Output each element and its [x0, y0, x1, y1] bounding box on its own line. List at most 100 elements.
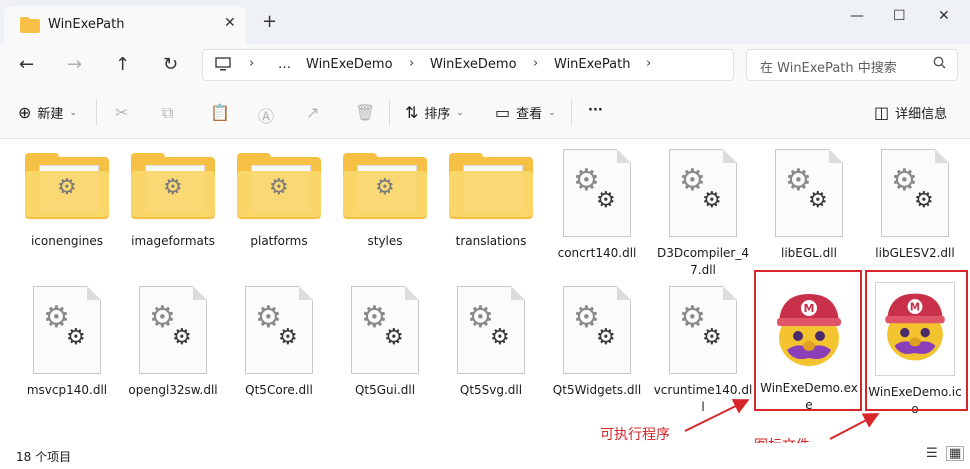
dll-file-icon: ⚙ ⚙: [457, 286, 525, 374]
file-name: Qt5Widgets.dll: [552, 383, 642, 397]
dll-file-item[interactable]: ⚙ ⚙ D3Dcompiler_47.dll: [651, 139, 755, 279]
minimize-button[interactable]: —: [850, 8, 864, 24]
computer-icon[interactable]: [215, 57, 231, 75]
tab-winexepath[interactable]: WinExePath ✕: [4, 6, 246, 44]
close-tab-icon[interactable]: ✕: [224, 15, 236, 31]
new-tab-button[interactable]: +: [262, 13, 277, 31]
status-bar: 18 个项目 ☰ ▦: [0, 443, 970, 469]
dll-file-icon: ⚙ ⚙: [669, 286, 737, 374]
exe-annotation: 可执行程序: [600, 427, 670, 443]
plus-circle-icon: ⊕: [18, 103, 32, 122]
file-name: iconengines: [30, 234, 104, 248]
view-label: 查看: [516, 107, 543, 122]
details-label: 详细信息: [895, 107, 948, 122]
search-placeholder: 在 WinExePath 中搜索: [760, 61, 897, 76]
file-name: vcruntime140.dll: [653, 383, 753, 414]
file-name: Qt5Svg.dll: [459, 383, 523, 397]
title-bar: WinExePath ✕ + — ☐ ✕: [0, 0, 970, 44]
dll-file-item[interactable]: ⚙ ⚙ Qt5Widgets.dll: [545, 276, 649, 399]
chevron-down-icon: ⌄: [69, 107, 77, 118]
folder-icon: ⚙: [131, 153, 215, 225]
dll-file-icon: ⚙ ⚙: [245, 286, 313, 374]
ico-highlight-box: [865, 270, 968, 411]
sort-button[interactable]: ⇅ 排序 ⌄: [405, 103, 464, 122]
large-icons-view-icon[interactable]: ▦: [946, 446, 965, 461]
file-grid: ⚙ iconengines ⚙ imageformats ⚙ platforms…: [0, 139, 970, 454]
cut-icon[interactable]: ✂: [115, 103, 128, 122]
dll-file-item[interactable]: ⚙ ⚙ Qt5Core.dll: [227, 276, 331, 399]
dll-file-icon: ⚙ ⚙: [881, 149, 949, 237]
delete-icon[interactable]: 🗑: [355, 103, 375, 122]
breadcrumb-winexepath[interactable]: WinExePath: [554, 57, 630, 72]
file-name: Qt5Gui.dll: [354, 383, 416, 397]
file-name: concrt140.dll: [557, 246, 637, 260]
file-name: D3Dcompiler_47.dll: [657, 246, 749, 277]
dll-file-icon: ⚙ ⚙: [139, 286, 207, 374]
breadcrumb-winexedemo-1[interactable]: WinExeDemo: [306, 57, 393, 72]
dll-file-item[interactable]: ⚙ ⚙ libEGL.dll: [757, 139, 861, 262]
refresh-icon[interactable]: ↻: [163, 54, 178, 75]
dll-file-icon: ⚙ ⚙: [563, 149, 631, 237]
search-icon[interactable]: [933, 56, 946, 73]
forward-arrow-icon[interactable]: →: [67, 54, 82, 75]
file-name: platforms: [250, 234, 308, 248]
breadcrumb-overflow[interactable]: …: [278, 57, 291, 72]
folder-item[interactable]: ⚙ styles: [333, 139, 437, 250]
dll-file-item[interactable]: ⚙ ⚙ vcruntime140.dll: [651, 276, 755, 416]
sort-label: 排序: [424, 107, 451, 122]
file-name: libGLESV2.dll: [875, 246, 955, 260]
folder-item[interactable]: translations: [439, 139, 543, 250]
dll-file-item[interactable]: ⚙ ⚙ libGLESV2.dll: [863, 139, 967, 262]
dll-file-icon: ⚙ ⚙: [563, 286, 631, 374]
more-options-button[interactable]: ···: [588, 103, 603, 118]
breadcrumb-winexedemo-2[interactable]: WinExeDemo: [430, 57, 517, 72]
chevron-down-icon: ⌄: [548, 107, 556, 118]
chevron-right-icon: ›: [533, 56, 539, 71]
command-bar: ⊕ 新建 ⌄ ✂ ⧉ 📋 Ⓐ ↗ 🗑 ⇅ 排序 ⌄ ▭ 查看 ⌄ ··· ◫ 详…: [0, 88, 970, 139]
maximize-button[interactable]: ☐: [893, 8, 906, 24]
dll-file-item[interactable]: ⚙ ⚙ concrt140.dll: [545, 139, 649, 262]
file-name: msvcp140.dll: [26, 383, 108, 397]
folder-icon: ⚙: [343, 153, 427, 225]
address-bar[interactable]: › … WinExeDemo › WinExeDemo › WinExePath…: [202, 49, 734, 81]
dll-file-item[interactable]: ⚙ ⚙ Qt5Svg.dll: [439, 276, 543, 399]
rename-icon[interactable]: Ⓐ: [258, 103, 274, 127]
details-view-icon[interactable]: ☰: [926, 446, 938, 461]
new-label: 新建: [37, 107, 64, 122]
paste-icon[interactable]: 📋: [210, 103, 230, 122]
dll-file-icon: ⚙ ⚙: [33, 286, 101, 374]
dll-file-item[interactable]: ⚙ ⚙ Qt5Gui.dll: [333, 276, 437, 399]
dll-file-item[interactable]: ⚙ ⚙ opengl32sw.dll: [121, 276, 225, 399]
folder-item[interactable]: ⚙ imageformats: [121, 139, 225, 250]
folder-item[interactable]: ⚙ platforms: [227, 139, 331, 250]
tab-title: WinExePath: [48, 17, 125, 32]
file-name: translations: [455, 234, 527, 248]
folder-icon: [449, 153, 533, 225]
folder-icon: ⚙: [237, 153, 321, 225]
chevron-right-icon: ›: [646, 56, 652, 71]
details-pane-icon: ◫: [874, 103, 890, 122]
view-button[interactable]: ▭ 查看 ⌄: [495, 103, 556, 122]
item-count: 18 个项目: [16, 450, 72, 464]
dll-file-icon: ⚙ ⚙: [775, 149, 843, 237]
chevron-right-icon: ›: [249, 56, 255, 71]
details-button[interactable]: ◫ 详细信息: [874, 103, 947, 122]
folder-icon: ⚙: [25, 153, 109, 225]
copy-icon[interactable]: ⧉: [162, 103, 173, 123]
exe-highlight-box: [754, 270, 862, 411]
close-window-button[interactable]: ✕: [938, 8, 950, 24]
dll-file-icon: ⚙ ⚙: [351, 286, 419, 374]
dll-file-icon: ⚙ ⚙: [669, 149, 737, 237]
dll-file-item[interactable]: ⚙ ⚙ msvcp140.dll: [15, 276, 119, 399]
folder-item[interactable]: ⚙ iconengines: [15, 139, 119, 250]
chevron-down-icon: ⌄: [456, 107, 464, 118]
divider: [96, 100, 97, 126]
file-name: styles: [367, 234, 403, 248]
new-button[interactable]: ⊕ 新建 ⌄: [18, 103, 77, 122]
back-arrow-icon[interactable]: ←: [19, 54, 34, 75]
divider: [571, 100, 572, 126]
file-name: Qt5Core.dll: [245, 383, 313, 397]
search-box[interactable]: 在 WinExePath 中搜索: [746, 49, 958, 81]
up-arrow-icon[interactable]: ↑: [115, 54, 130, 75]
share-icon[interactable]: ↗: [306, 103, 319, 122]
